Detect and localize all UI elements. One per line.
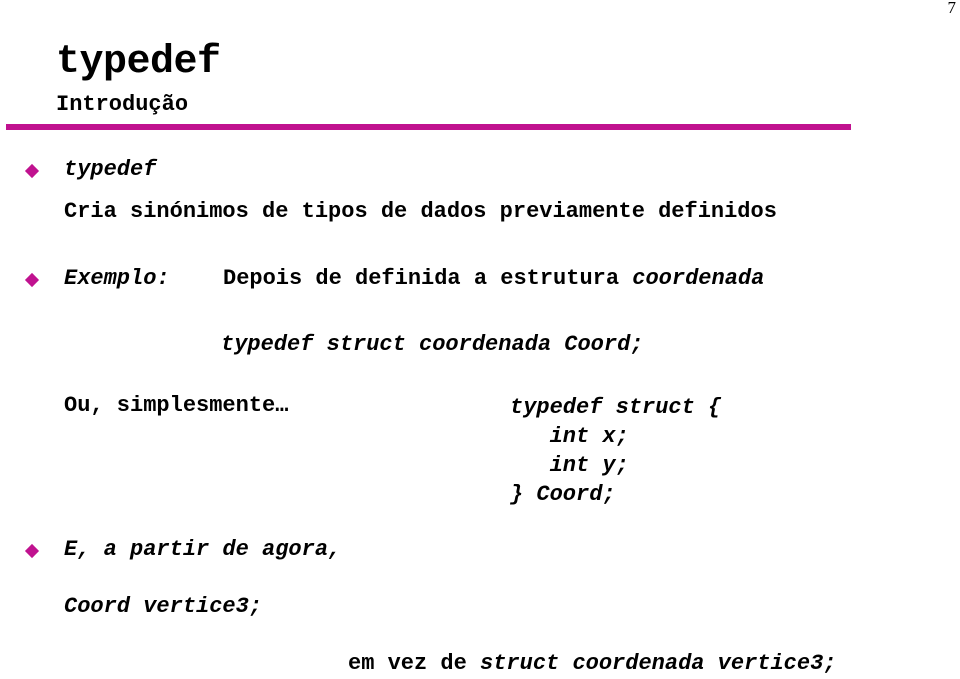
footer-plain: em vez de [348, 651, 481, 676]
code-coord-vertice3: Coord vertice3; [64, 594, 263, 619]
alternative-label: Ou, simplesmente… [64, 393, 289, 418]
code-line: } Coord; [510, 482, 616, 507]
page-subtitle: Introdução [56, 92, 189, 117]
code-line: typedef struct { [510, 395, 722, 420]
header-divider [6, 124, 851, 130]
code-line: int x; [510, 424, 629, 449]
bullet-2-text-plain: Depois de definida a estrutura [223, 266, 633, 291]
code-typedef-struct-coordenada: typedef struct coordenada Coord; [221, 332, 644, 357]
footer-comparison: em vez de struct coordenada vertice3; [348, 651, 837, 676]
bullet-1-text: Cria sinónimos de tipos de dados previam… [64, 199, 777, 224]
page-title: typedef [56, 40, 221, 85]
diamond-bullet-icon [24, 163, 40, 179]
bullet-2-text-italic: coordenada [632, 266, 765, 291]
bullet-2-label: Exemplo: [64, 266, 170, 291]
bullet-3-label: E, a partir de agora, [64, 537, 342, 562]
diamond-bullet-icon [24, 543, 40, 559]
code-line: int y; [510, 453, 629, 478]
page-number: 7 [947, 0, 957, 17]
bullet-1-label: typedef [64, 157, 157, 182]
bullet-2-text: Depois de definida a estrutura coordenad… [223, 266, 764, 291]
footer-code: struct coordenada vertice3; [480, 651, 837, 676]
diamond-bullet-icon [24, 272, 40, 288]
code-block-typedef-struct: typedef struct { int x; int y; } Coord; [510, 393, 721, 509]
